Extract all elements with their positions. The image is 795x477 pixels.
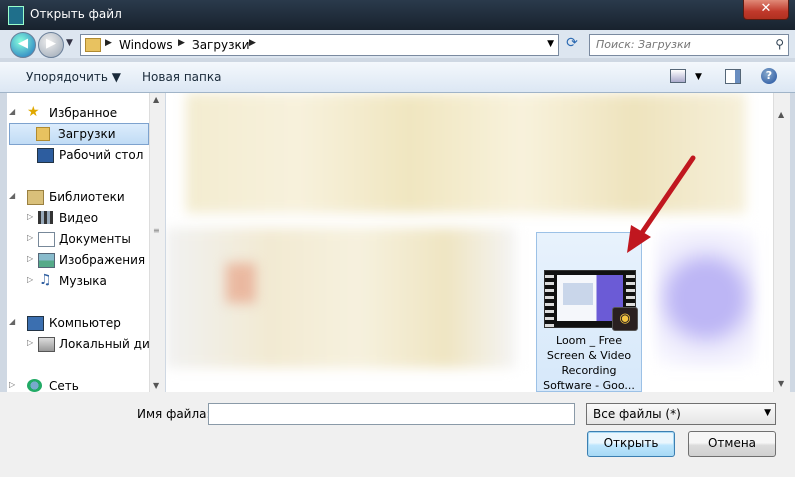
change-view-icon[interactable] [670, 69, 686, 83]
desktop-icon [37, 148, 54, 163]
collapse-icon[interactable]: ◢ [9, 107, 15, 116]
expand-icon[interactable]: ▷ [27, 212, 33, 221]
address-bar[interactable]: ▶ Windows ▶ Загрузки ▶ ▼ [80, 34, 559, 56]
pictures-library-icon [38, 253, 55, 268]
star-icon: ★ [27, 104, 40, 120]
breadcrumb-windows[interactable]: Windows [119, 38, 173, 52]
file-type-value: Все файлы (*) [593, 407, 681, 421]
music-library-icon: ♫ [39, 272, 52, 288]
title-bar: Открыть файл ✕ [0, 0, 795, 30]
video-player-badge-icon: ◉ [612, 307, 638, 331]
chevron-right-icon[interactable]: ▶ [249, 38, 256, 48]
obscured-file-row [166, 228, 516, 368]
expand-icon[interactable]: ▷ [9, 380, 15, 389]
refresh-button[interactable]: ⟳ [561, 35, 583, 55]
recent-locations-dropdown[interactable]: ▼ [66, 38, 73, 48]
organize-button[interactable]: Упорядочить ▼ [26, 70, 121, 84]
chevron-down-icon[interactable]: ▼ [695, 72, 702, 82]
annotation-arrow-icon [627, 155, 696, 253]
computer-icon [27, 316, 44, 331]
chevron-down-icon[interactable]: ▼ [547, 39, 554, 49]
navigation-bar: ◀ ▶ ▼ ▶ Windows ▶ Загрузки ▶ ▼ ⟳ ⚲ [0, 30, 795, 58]
folder-icon [85, 38, 101, 52]
cancel-button[interactable]: Отмена [688, 431, 776, 457]
file-name-label: Loom _ Free Screen & Video Recording Sof… [543, 334, 635, 392]
expand-icon[interactable]: ▷ [27, 338, 33, 347]
video-library-icon [38, 211, 53, 224]
sidebar-item-network[interactable]: ▷ Сеть [7, 376, 147, 392]
obscured-file-thumbnail [226, 263, 256, 303]
disk-icon [38, 337, 55, 352]
preview-pane-icon[interactable] [725, 69, 741, 84]
file-type-select[interactable]: Все файлы (*) ▼ [586, 403, 776, 425]
expand-icon[interactable]: ▷ [27, 275, 33, 284]
forward-button[interactable]: ▶ [38, 32, 64, 58]
scroll-down-icon[interactable]: ▼ [778, 379, 784, 388]
app-icon [8, 6, 24, 25]
collapse-icon[interactable]: ◢ [9, 317, 15, 326]
file-list: ◉ Loom _ Free Screen & Video Recording S… [166, 93, 773, 392]
sidebar-item-favorites[interactable]: ◢ ★ Избранное [7, 103, 147, 123]
downloads-folder-icon [36, 127, 50, 141]
sidebar-item-computer[interactable]: ◢ Компьютер [7, 313, 147, 333]
documents-library-icon [38, 232, 55, 247]
sidebar-item-video[interactable]: ▷ Видео [7, 208, 147, 228]
sidebar-scrollbar[interactable]: ▲ ≡ ▼ [149, 93, 165, 392]
scroll-up-icon[interactable]: ▲ [153, 95, 159, 104]
file-item-loom-video[interactable]: ◉ Loom _ Free Screen & Video Recording S… [536, 232, 642, 392]
window-title: Открыть файл [30, 7, 122, 21]
file-list-scrollbar[interactable]: ▲ ▼ [773, 93, 790, 392]
new-folder-button[interactable]: Новая папка [142, 70, 221, 84]
filename-label: Имя файла: [137, 407, 211, 421]
scroll-up-icon[interactable]: ▲ [778, 110, 784, 119]
sidebar-item-pictures[interactable]: ▷ Изображения [7, 250, 147, 270]
scroll-down-icon[interactable]: ▼ [153, 381, 159, 390]
back-button[interactable]: ◀ [10, 32, 36, 58]
chevron-right-icon[interactable]: ▶ [105, 38, 112, 48]
scroll-grip-icon[interactable]: ≡ [153, 226, 160, 235]
dialog-footer: Имя файла: Все файлы (*) ▼ Открыть Отмен… [0, 392, 795, 477]
help-button[interactable]: ? [761, 68, 777, 84]
expand-icon[interactable]: ▷ [27, 254, 33, 263]
expand-icon[interactable]: ▷ [27, 233, 33, 242]
sidebar-item-music[interactable]: ▷ ♫ Музыка [7, 271, 147, 291]
network-icon [27, 379, 42, 392]
command-toolbar: Упорядочить ▼ Новая папка ▼ ? [0, 62, 795, 93]
sidebar-item-documents[interactable]: ▷ Документы [7, 229, 147, 249]
search-icon[interactable]: ⚲ [775, 37, 784, 51]
chevron-right-icon[interactable]: ▶ [178, 38, 185, 48]
breadcrumb-downloads[interactable]: Загрузки [192, 38, 250, 52]
close-button[interactable]: ✕ [743, 0, 789, 20]
sidebar-item-local-disk[interactable]: ▷ Локальный диск [7, 334, 149, 354]
video-thumbnail: ◉ [544, 270, 638, 331]
sidebar-item-desktop[interactable]: Рабочий стол [7, 145, 147, 165]
sidebar-item-downloads[interactable]: Загрузки [9, 123, 149, 145]
search-input[interactable] [594, 37, 768, 52]
open-button[interactable]: Открыть [587, 431, 675, 457]
filmstrip-icon [545, 271, 554, 327]
filename-field[interactable] [208, 403, 575, 425]
navigation-pane: ◢ ★ Избранное Загрузки Рабочий стол ◢ Би… [7, 93, 149, 392]
chevron-down-icon[interactable]: ▼ [764, 408, 771, 418]
libraries-icon [27, 190, 44, 205]
search-box[interactable]: ⚲ [589, 34, 789, 56]
sidebar-item-libraries[interactable]: ◢ Библиотеки [7, 187, 147, 207]
collapse-icon[interactable]: ◢ [9, 191, 15, 200]
